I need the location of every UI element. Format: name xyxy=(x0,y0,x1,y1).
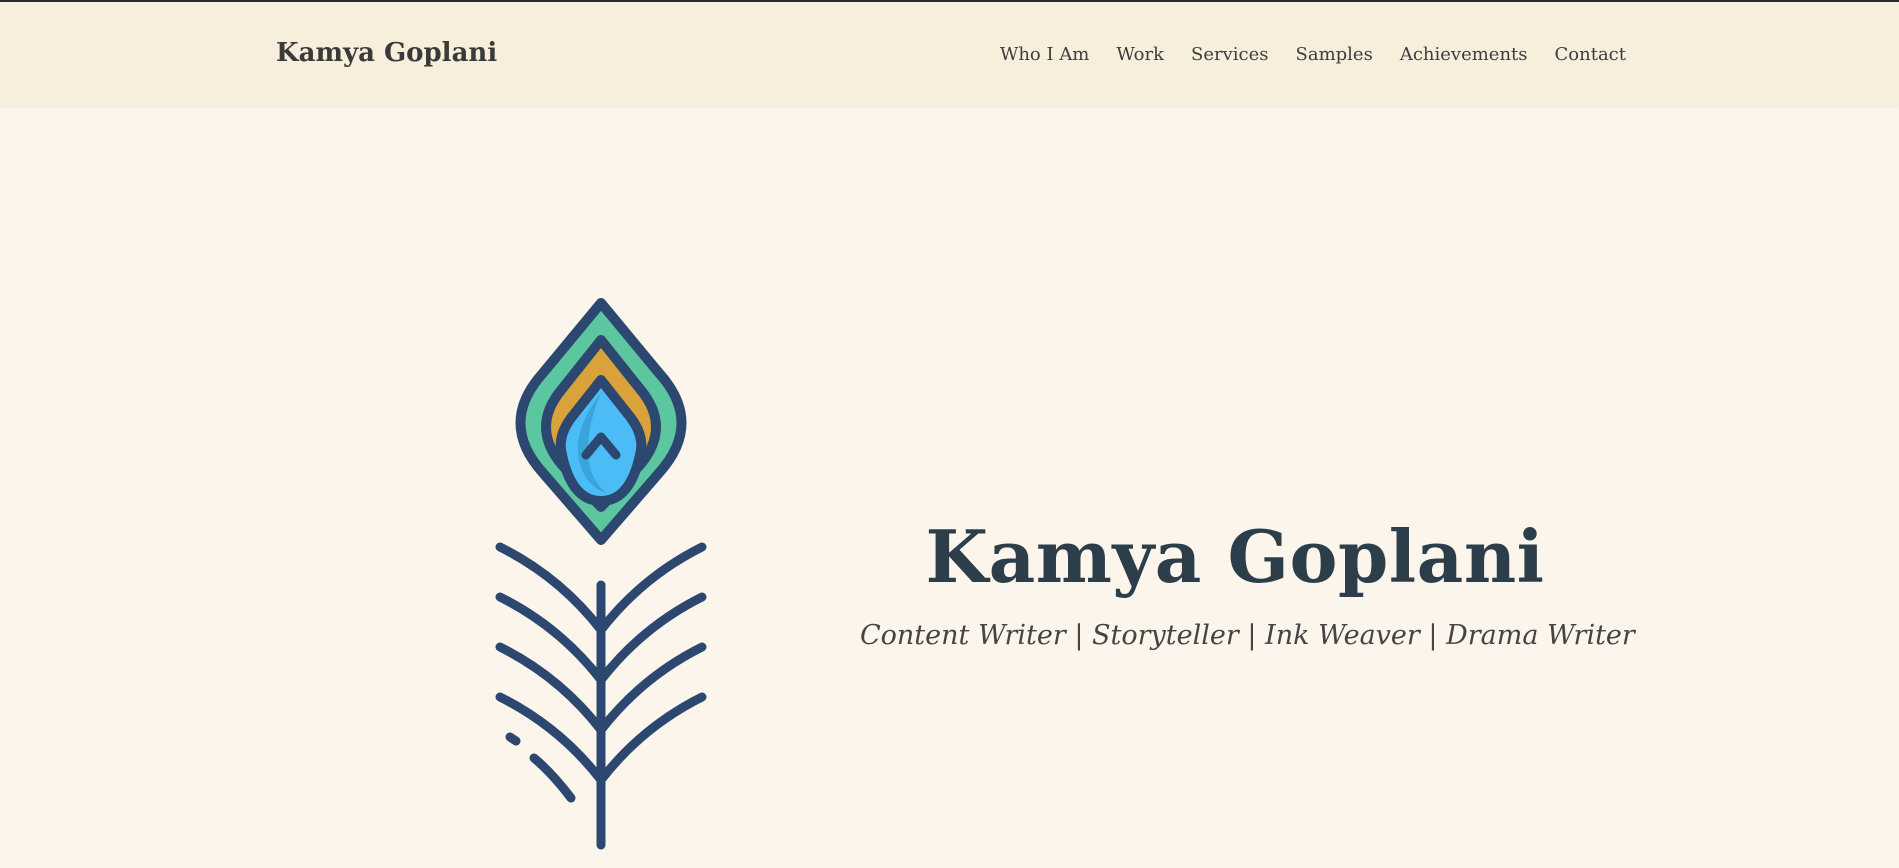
nav-link-services[interactable]: Services xyxy=(1191,44,1268,65)
site-header: Kamya Goplani Who I Am Work Services Sam… xyxy=(0,2,1899,106)
hero-title: Kamya Goplani xyxy=(925,514,1545,599)
nav-link-contact[interactable]: Contact xyxy=(1555,44,1626,65)
hero-text-block: Kamya Goplani Content Writer | Storytell… xyxy=(860,512,1635,651)
nav-link-work[interactable]: Work xyxy=(1116,44,1164,65)
main-nav: Who I Am Work Services Samples Achieveme… xyxy=(1000,44,1626,65)
brand-logo-link[interactable]: Kamya Goplani xyxy=(276,38,497,68)
hero-section xyxy=(0,106,1899,868)
nav-link-who-i-am[interactable]: Who I Am xyxy=(1000,44,1090,65)
nav-link-achievements[interactable]: Achievements xyxy=(1400,44,1528,65)
hero-subtitle: Content Writer | Storyteller | Ink Weave… xyxy=(860,620,1635,651)
nav-link-samples[interactable]: Samples xyxy=(1296,44,1373,65)
peacock-feather-icon xyxy=(495,298,707,850)
